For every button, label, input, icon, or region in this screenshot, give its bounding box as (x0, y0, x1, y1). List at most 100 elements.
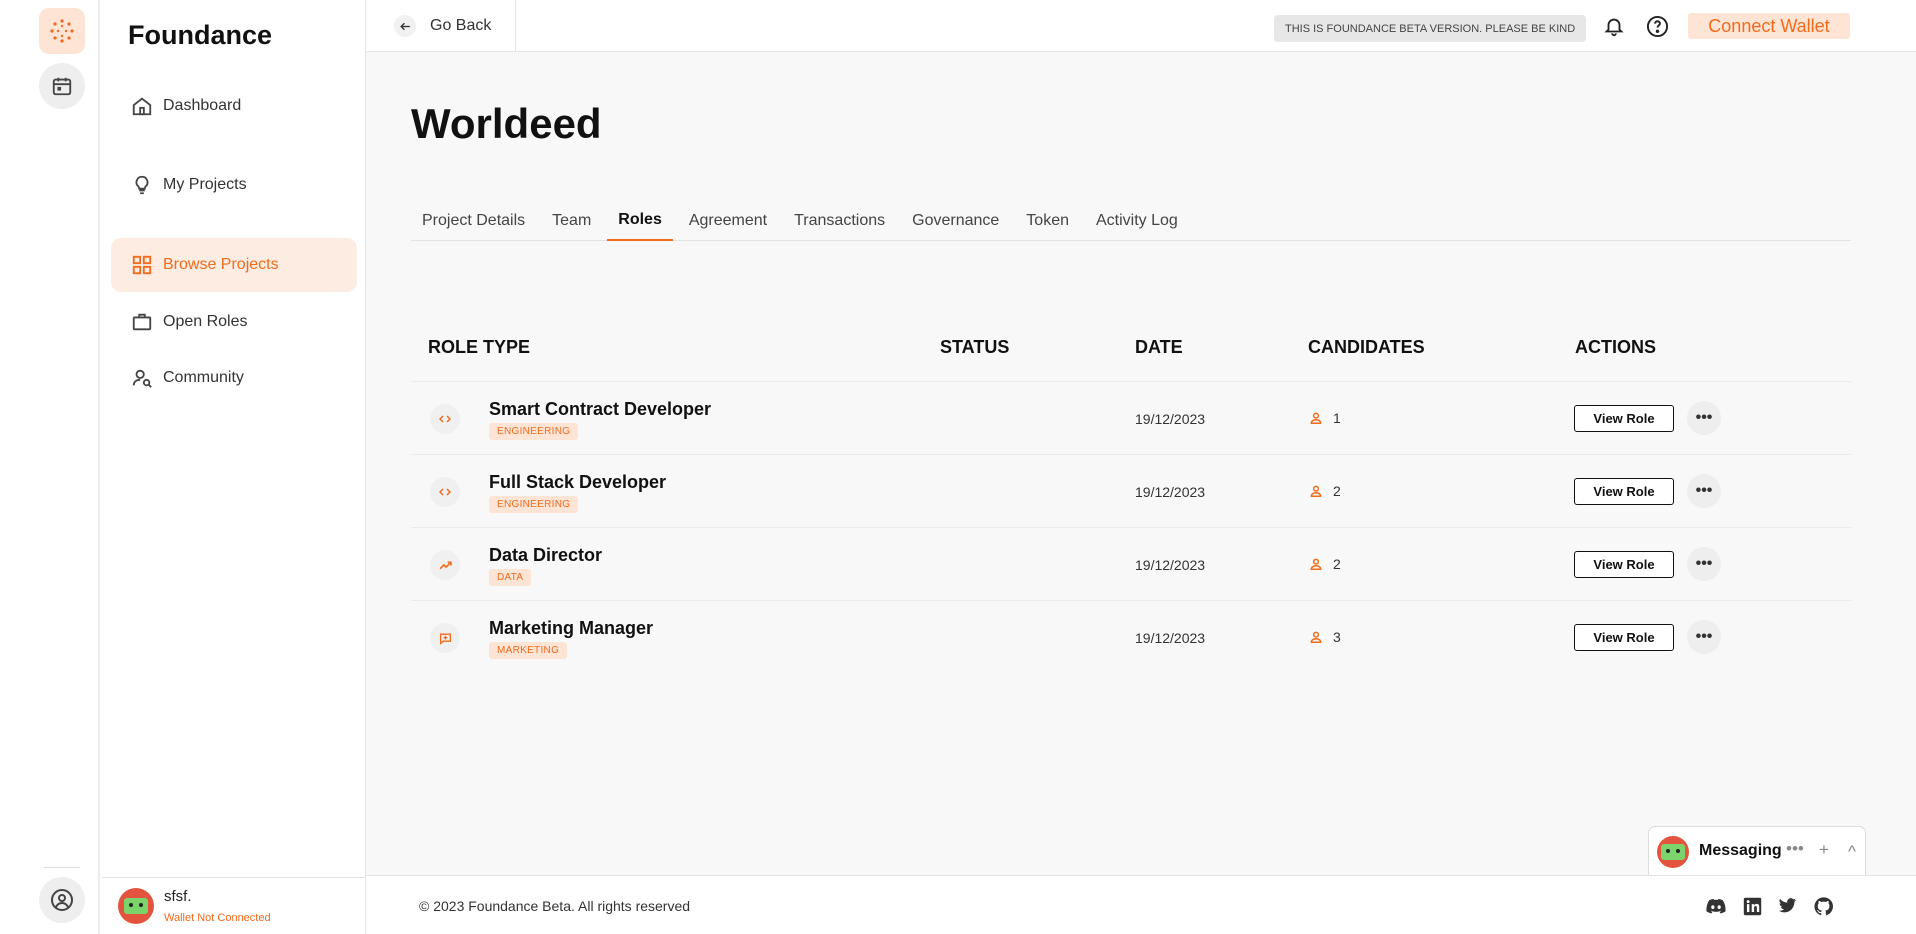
sidebar-item-community[interactable]: Community (111, 351, 357, 405)
view-role-button[interactable]: View Role (1574, 624, 1674, 651)
calendar-icon[interactable] (39, 63, 85, 109)
header-actions: ACTIONS (1575, 337, 1656, 357)
person-icon (1310, 631, 1322, 643)
role-date: 19/12/2023 (1135, 484, 1206, 500)
header-date: DATE (1135, 337, 1183, 357)
more-options-button[interactable]: ••• (1687, 620, 1721, 654)
role-title: Marketing Manager (489, 618, 654, 638)
trend-icon (430, 550, 460, 580)
linkedin-icon[interactable] (1742, 896, 1762, 916)
help-icon[interactable] (1645, 14, 1669, 38)
tab-project-details[interactable]: Project Details (411, 200, 536, 241)
tab-activity-log[interactable]: Activity Log (1085, 200, 1189, 241)
beta-notice: THIS IS FOUNDANCE BETA VERSION. PLEASE B… (1274, 15, 1587, 42)
candidates-count: 1 (1309, 410, 1341, 426)
candidates-value: 1 (1333, 410, 1341, 426)
tab-roles[interactable]: Roles (607, 200, 673, 241)
avatar (1657, 836, 1689, 868)
main-content: Go Back THIS IS FOUNDANCE BETA VERSION. … (366, 0, 1916, 934)
bell-icon[interactable] (1602, 14, 1626, 38)
chat-plus-icon (430, 623, 460, 653)
sidebar-item-dashboard[interactable]: Dashboard (111, 79, 357, 133)
app-rail (0, 0, 100, 934)
logo-icon[interactable] (39, 8, 85, 54)
role-category-badge: ENGINEERING (489, 496, 579, 513)
role-category-badge: ENGINEERING (489, 423, 579, 440)
more-options-button[interactable]: ••• (1687, 547, 1721, 581)
messaging-compose-icon[interactable]: + (1819, 840, 1829, 860)
sidebar-item-my-projects[interactable]: My Projects (111, 158, 357, 212)
candidates-value: 3 (1333, 629, 1341, 645)
sidebar-item-label: Dashboard (163, 97, 242, 114)
view-role-button[interactable]: View Role (1574, 405, 1674, 432)
role-title: Full Stack Developer (489, 472, 667, 492)
tab-governance[interactable]: Governance (901, 200, 1010, 241)
person-icon (1310, 412, 1322, 424)
robot-avatar-icon (124, 898, 148, 914)
chevron-up-icon[interactable]: ^ (1848, 842, 1856, 862)
connect-wallet-button[interactable]: Connect Wallet (1688, 13, 1850, 39)
person-icon (1310, 558, 1322, 570)
role-title: Smart Contract Developer (489, 399, 712, 419)
lightbulb-icon (135, 175, 149, 195)
user-profile[interactable]: sfsf. Wallet Not Connected (102, 877, 366, 934)
table-header: ROLE TYPE STATUS DATE CANDIDATES ACTIONS (411, 328, 1851, 382)
code-icon (430, 404, 460, 434)
twitter-icon[interactable] (1777, 896, 1797, 916)
messaging-widget[interactable]: Messaging ••• + ^ (1648, 826, 1866, 875)
tab-agreement[interactable]: Agreement (678, 200, 778, 241)
top-bar: Go Back THIS IS FOUNDANCE BETA VERSION. … (366, 0, 1916, 52)
avatar (118, 888, 154, 924)
messaging-label: Messaging (1699, 842, 1782, 859)
role-category-badge: MARKETING (489, 642, 568, 659)
role-title: Data Director (489, 545, 603, 565)
copyright: © 2023 Foundance Beta. All rights reserv… (419, 898, 691, 914)
table-row: Full Stack Developer ENGINEERING 19/12/2… (411, 455, 1851, 528)
project-tabs: Project Details Team Roles Agreement Tra… (411, 200, 1851, 241)
role-date: 19/12/2023 (1135, 630, 1206, 646)
role-category-badge: DATA (489, 569, 532, 586)
view-role-button[interactable]: View Role (1574, 551, 1674, 578)
candidates-count: 2 (1309, 556, 1341, 572)
sidebar-item-label: Open Roles (163, 313, 248, 330)
robot-avatar-icon (1661, 844, 1685, 860)
header-candidates: CANDIDATES (1308, 337, 1425, 357)
tab-team[interactable]: Team (541, 200, 602, 241)
arrow-left-icon (394, 15, 416, 37)
briefcase-icon (132, 313, 152, 331)
view-role-button[interactable]: View Role (1574, 478, 1674, 505)
footer: © 2023 Foundance Beta. All rights reserv… (366, 875, 1916, 934)
page-title: Worldeed (411, 100, 602, 147)
sidebar-item-label: My Projects (163, 176, 247, 193)
brand-title: Foundance (128, 20, 273, 50)
user-search-icon (132, 369, 152, 388)
candidates-value: 2 (1333, 556, 1341, 572)
table-row: Data Director DATA 19/12/2023 2 View Rol… (411, 528, 1851, 601)
home-icon (132, 97, 152, 116)
discord-icon[interactable] (1706, 896, 1726, 916)
person-icon (1310, 485, 1322, 497)
sidebar-item-browse-projects[interactable]: Browse Projects (111, 238, 357, 292)
table-row: Smart Contract Developer ENGINEERING 19/… (411, 382, 1851, 455)
sidebar-item-label: Browse Projects (163, 256, 279, 273)
candidates-count: 2 (1309, 483, 1341, 499)
more-options-button[interactable]: ••• (1687, 401, 1721, 435)
github-icon[interactable] (1813, 896, 1833, 916)
rail-divider (44, 867, 80, 868)
tab-token[interactable]: Token (1015, 200, 1080, 241)
user-name: sfsf. (164, 888, 192, 905)
account-icon[interactable] (39, 877, 85, 923)
go-back-button[interactable]: Go Back (366, 0, 516, 52)
code-icon (430, 477, 460, 507)
sidebar-item-open-roles[interactable]: Open Roles (111, 295, 357, 349)
grid-icon (132, 255, 152, 275)
messaging-more-icon[interactable]: ••• (1786, 839, 1804, 859)
candidates-value: 2 (1333, 483, 1341, 499)
role-date: 19/12/2023 (1135, 411, 1206, 427)
tab-transactions[interactable]: Transactions (783, 200, 896, 241)
candidates-count: 3 (1309, 629, 1341, 645)
sidebar: Foundance Dashboard My Projects Browse P… (102, 0, 366, 934)
sidebar-item-label: Community (163, 369, 244, 386)
header-status: STATUS (940, 337, 1010, 357)
more-options-button[interactable]: ••• (1687, 474, 1721, 508)
